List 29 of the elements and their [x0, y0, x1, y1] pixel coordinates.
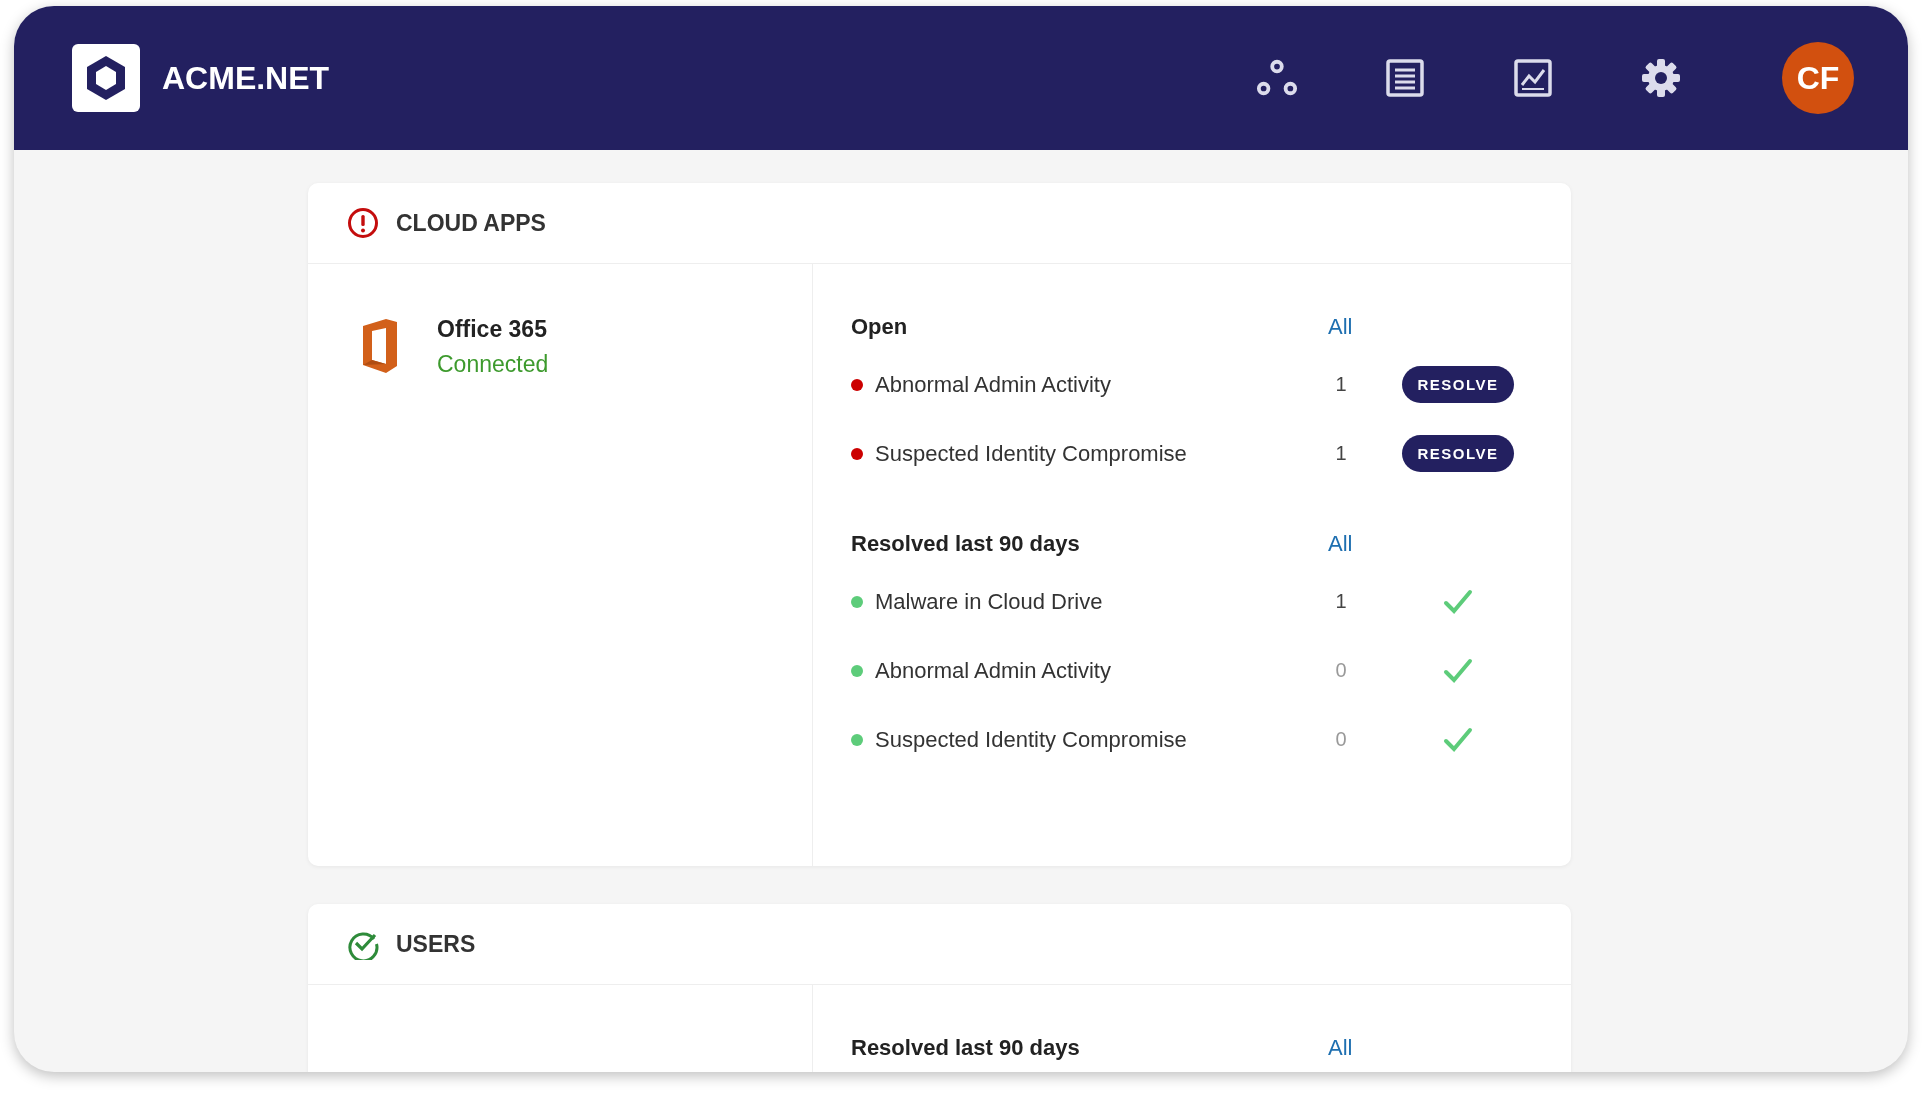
settings-icon[interactable]	[1640, 58, 1682, 98]
alert-count: 1	[1335, 373, 1347, 396]
section-heading: Open	[851, 313, 909, 341]
brand-name: ACME.NET	[162, 59, 330, 97]
alert-name: Abnormal Admin Activity	[875, 657, 1111, 684]
list-icon[interactable]	[1384, 58, 1426, 98]
alert-count: 0	[1335, 728, 1347, 751]
alert-count: 1	[1335, 442, 1347, 465]
section-heading: Resolved last 90 days	[851, 1034, 1081, 1062]
alert-name: Suspected Identity Compromise	[875, 440, 1187, 467]
alert-name: Abnormal Admin Activity	[875, 371, 1111, 398]
connection-status: Connected	[437, 351, 549, 378]
user-avatar[interactable]: CF	[1782, 42, 1854, 114]
all-link[interactable]: All	[1328, 1035, 1371, 1061]
nodes-icon[interactable]	[1256, 58, 1298, 98]
card-title: USERS	[396, 930, 476, 958]
card-title: CLOUD APPS	[396, 209, 546, 237]
all-link[interactable]: All	[1328, 531, 1371, 557]
alert-name: Malware in Cloud Drive	[875, 588, 1103, 615]
hexagon-logo-icon	[72, 44, 140, 112]
resolve-button[interactable]: RESOLVE	[1402, 366, 1514, 403]
app-name: Office 365	[437, 316, 548, 343]
alert-count: 1	[1335, 590, 1347, 613]
all-link[interactable]: All	[1328, 314, 1371, 340]
alert-count: 0	[1335, 659, 1347, 682]
alert-name: Suspected Identity Compromise	[875, 726, 1187, 753]
resolve-button[interactable]: RESOLVE	[1402, 435, 1514, 472]
section-heading: Resolved last 90 days	[851, 530, 1081, 558]
chart-icon[interactable]	[1512, 58, 1554, 98]
